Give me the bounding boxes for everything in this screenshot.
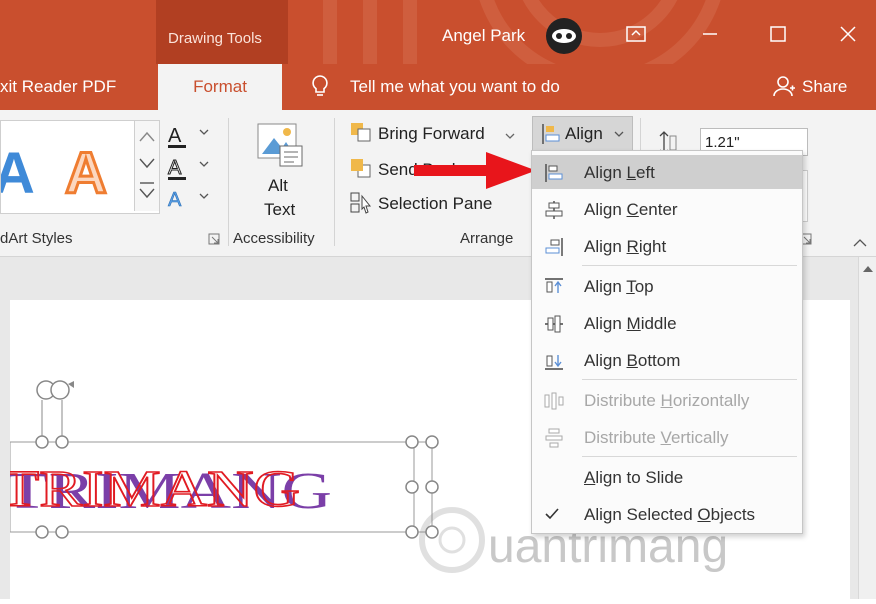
menu-item-align-selected-objects[interactable]: Align Selected Objects	[532, 497, 802, 531]
align-bottom-icon	[545, 355, 563, 370]
align-middle-icon	[545, 315, 563, 333]
gallery-arrows-icon	[139, 131, 155, 199]
align-center-icon	[545, 201, 563, 219]
svg-text:A: A	[168, 189, 182, 211]
maximize-button[interactable]	[756, 16, 800, 52]
menu-item-align-top[interactable]: Align Top	[532, 269, 802, 303]
menu-item-distribute-vertically[interactable]: Distribute Vertically	[532, 420, 802, 454]
menu-item-align-center[interactable]: Align Center	[532, 192, 802, 226]
menu-label: Distribute Horizontally	[584, 391, 750, 410]
align-dropdown-menu: Align Left Align Center Align Right Alig…	[531, 150, 803, 534]
share-person-icon	[772, 74, 796, 103]
selection-pane-icon	[350, 192, 374, 219]
svg-text:A: A	[65, 141, 107, 206]
align-left-icon	[545, 164, 563, 182]
svg-text:A: A	[168, 125, 182, 147]
checkmark-icon	[545, 508, 559, 520]
menu-label: Align Right	[584, 237, 667, 256]
menu-item-align-to-slide[interactable]: Align to Slide	[532, 460, 802, 494]
bring-forward-icon	[350, 122, 372, 147]
align-right-icon	[545, 238, 563, 256]
share-button[interactable]: Share	[802, 77, 847, 97]
arrange-group-label: Arrange	[460, 230, 514, 247]
menu-item-align-left[interactable]: Align Left	[532, 155, 802, 189]
menu-separator	[582, 379, 797, 380]
distribute-vertically-icon	[545, 428, 563, 448]
vertical-scrollbar[interactable]	[858, 257, 876, 599]
menu-separator	[582, 456, 797, 457]
chevron-down-icon	[614, 131, 624, 137]
send-backward-icon	[350, 158, 372, 183]
align-button-label: Align	[565, 124, 603, 143]
menu-item-align-middle[interactable]: Align Middle	[532, 306, 802, 340]
menu-label: Distribute Vertically	[584, 428, 729, 447]
text-format-icons: A A A	[168, 125, 209, 211]
group-separator	[228, 118, 229, 246]
tell-me-search[interactable]: Tell me what you want to do	[350, 77, 560, 97]
menu-item-distribute-horizontally[interactable]: Distribute Horizontally	[532, 383, 802, 417]
avatar[interactable]	[546, 18, 582, 54]
menu-item-align-bottom[interactable]: Align Bottom	[532, 343, 802, 377]
title-bar	[0, 0, 876, 110]
maximize-icon	[770, 26, 786, 42]
shape-height-value: 1.21"	[705, 134, 740, 151]
menu-label: Align Bottom	[584, 351, 681, 370]
align-button[interactable]: Align	[532, 116, 633, 152]
rotate-handle-icon	[36, 380, 74, 400]
close-button[interactable]	[826, 16, 870, 52]
alt-text-button-line2[interactable]: Text	[264, 200, 295, 220]
ribbon-display-options-button[interactable]	[614, 16, 658, 52]
selection-pane-button[interactable]: Selection Pane	[378, 194, 492, 214]
alt-text-button-line1[interactable]: Alt	[268, 176, 288, 196]
align-left-icon	[542, 124, 560, 144]
group-separator	[334, 118, 335, 246]
menu-label: Align Top	[584, 277, 654, 296]
menu-label: Align Center	[584, 200, 678, 219]
svg-text:A: A	[1, 141, 35, 206]
wordart-text-red: TRIMANG	[10, 461, 300, 518]
close-icon	[840, 26, 856, 42]
menu-label: Align Selected Objects	[584, 505, 756, 524]
drawing-tools-label: Drawing Tools	[168, 30, 262, 47]
user-name[interactable]: Angel Park	[442, 26, 525, 46]
watermark-logo	[419, 507, 485, 573]
dialog-launcher-icon[interactable]	[208, 232, 220, 250]
text-fill-button[interactable]: A A A	[166, 120, 212, 221]
avatar-mask-icon	[552, 29, 576, 43]
minimize-icon	[703, 33, 717, 35]
tab-format[interactable]: Format	[158, 64, 282, 112]
tab-foxit-reader-pdf[interactable]: xit Reader PDF	[0, 77, 116, 97]
ribbon-display-icon	[626, 26, 646, 42]
drawing-tools-context-tab: Drawing Tools	[156, 0, 288, 64]
scroll-up-icon[interactable]	[859, 257, 876, 281]
align-top-icon	[545, 278, 563, 293]
bring-forward-button[interactable]: Bring Forward	[378, 124, 485, 144]
minimize-button[interactable]	[688, 16, 732, 52]
menu-item-align-right[interactable]: Align Right	[532, 229, 802, 263]
menu-label: Align to Slide	[584, 468, 684, 487]
bring-forward-chevron-icon[interactable]	[504, 128, 516, 146]
svg-text:A: A	[168, 157, 182, 179]
wordart-styles-group-label: dArt Styles	[0, 230, 73, 247]
menu-separator	[582, 265, 797, 266]
red-arrow-annotation	[414, 152, 536, 189]
menu-label: Align Middle	[584, 314, 677, 333]
distribute-horizontally-icon	[544, 392, 564, 410]
menu-label: Align Left	[584, 163, 655, 182]
lightbulb-icon	[310, 74, 330, 105]
accessibility-group-label: Accessibility	[233, 230, 315, 247]
collapse-ribbon-icon[interactable]	[852, 236, 868, 254]
gallery-scroll[interactable]	[134, 121, 159, 211]
alt-text-icon	[256, 122, 304, 173]
